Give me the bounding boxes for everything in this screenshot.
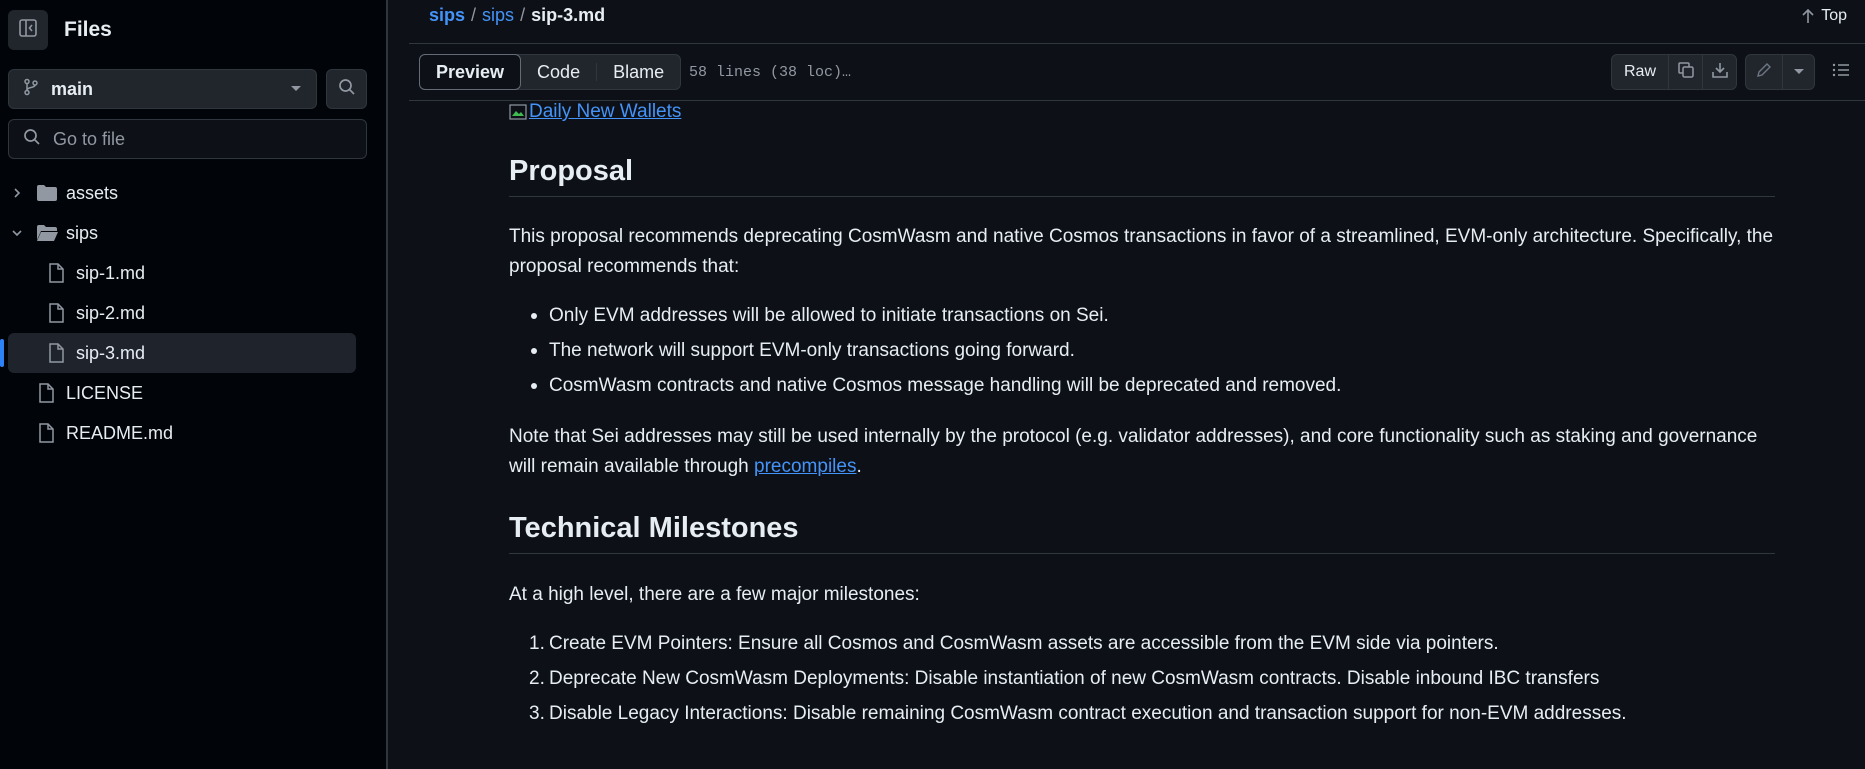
- go-to-file-input[interactable]: [53, 128, 352, 150]
- file-icon: [38, 383, 54, 403]
- edit-group: [1745, 54, 1815, 90]
- branch-selector[interactable]: main: [8, 69, 317, 109]
- pencil-icon: [1756, 62, 1772, 83]
- sidebar-title: Files: [64, 18, 112, 41]
- tab-blame[interactable]: Blame: [597, 54, 680, 90]
- copy-icon: [1677, 61, 1695, 84]
- list-number: 2.: [529, 668, 545, 689]
- breadcrumb-separator: /: [520, 5, 526, 25]
- tree-item-sip-3[interactable]: sip-3.md: [0, 333, 356, 373]
- tree-item-sip-2[interactable]: sip-2.md: [0, 293, 388, 333]
- proposal-bullet-list: Only EVM addresses will be allowed to in…: [531, 301, 1775, 406]
- note-paragraph: Note that Sei addresses may still be use…: [509, 422, 1775, 482]
- edit-button[interactable]: [1746, 55, 1782, 89]
- top-link[interactable]: Top: [1801, 7, 1847, 25]
- git-branch-icon: [23, 78, 39, 101]
- search-icon: [338, 78, 356, 101]
- caret-down-icon: [290, 80, 302, 98]
- search-button[interactable]: [326, 69, 367, 109]
- tree-item-label: sip-1.md: [76, 262, 146, 283]
- list-icon: [1832, 62, 1850, 83]
- note-text: Note that Sei addresses may still be use…: [509, 426, 1758, 477]
- tree-item-label: README.md: [66, 422, 174, 443]
- tree-item-label: sips: [66, 222, 99, 243]
- download-icon: [1711, 61, 1729, 84]
- note-text-end: .: [856, 456, 862, 477]
- folder-icon: [36, 184, 58, 202]
- list-item-text: Deprecate New CosmWasm Deployments: Disa…: [549, 668, 1600, 689]
- milestones-ordered-list: 1. Create EVM Pointers: Ensure all Cosmos…: [529, 629, 1775, 734]
- tree-item-sip-1[interactable]: sip-1.md: [0, 253, 388, 293]
- list-item: 1. Create EVM Pointers: Ensure all Cosmos…: [529, 629, 1775, 664]
- branch-name: main: [51, 78, 94, 99]
- breadcrumb-current-file: sip-3.md: [531, 5, 606, 25]
- sidebar-toggle-button[interactable]: [8, 10, 48, 50]
- tree-item-readme[interactable]: README.md: [0, 413, 388, 453]
- tree-item-label: sip-3.md: [76, 342, 146, 363]
- breadcrumb: sips / sips / sip-3.md: [429, 5, 605, 26]
- file-toolbar: Preview Code Blame 58 lines (38 loc)… Ra…: [409, 44, 1865, 101]
- list-item: 2. Deprecate New CosmWasm Deployments: Di…: [529, 664, 1775, 699]
- tree-item-license[interactable]: LICENSE: [0, 373, 388, 413]
- image-alt-text: Daily New Wallets: [529, 101, 682, 122]
- daily-new-wallets-image-link[interactable]: Daily New Wallets: [509, 101, 681, 123]
- list-item-text: Disable Legacy Interactions: Disable rem…: [549, 703, 1627, 724]
- list-item: Only EVM addresses will be allowed to in…: [531, 301, 1775, 336]
- sidebar-header: Files: [8, 10, 112, 50]
- file-tree: assets sips sip-1.md sip-2.md sip-3.md L…: [0, 173, 388, 453]
- heading-proposal: Proposal: [509, 155, 1775, 197]
- sidebar-toggle-icon: [18, 18, 38, 43]
- chevron-down-icon[interactable]: [10, 226, 24, 240]
- milestones-intro-paragraph: At a high level, there are a few major m…: [509, 584, 920, 605]
- tree-item-label: sip-2.md: [76, 302, 146, 323]
- outline-button[interactable]: [1823, 54, 1859, 90]
- list-item-text: Create EVM Pointers: Ensure all Cosmos a…: [549, 633, 1499, 654]
- download-button[interactable]: [1702, 55, 1736, 89]
- breadcrumb-folder-link[interactable]: sips: [482, 5, 514, 25]
- list-item: The network will support EVM-only transa…: [531, 336, 1775, 371]
- caret-down-icon: [1793, 63, 1805, 81]
- list-number: 1.: [529, 633, 545, 654]
- tree-item-label: assets: [66, 182, 119, 203]
- file-header: sips / sips / sip-3.md Top: [409, 0, 1865, 44]
- raw-button[interactable]: Raw: [1612, 55, 1668, 89]
- search-icon: [23, 128, 41, 151]
- copy-button[interactable]: [1668, 55, 1702, 89]
- list-item: 3. Disable Legacy Interactions: Disable r…: [529, 699, 1775, 734]
- tree-item-label: LICENSE: [66, 382, 144, 403]
- file-icon: [38, 423, 54, 443]
- list-item: CosmWasm contracts and native Cosmos mes…: [531, 371, 1775, 406]
- breadcrumb-repo-link[interactable]: sips: [429, 5, 465, 25]
- tab-preview[interactable]: Preview: [419, 54, 522, 90]
- file-tree-sidebar: Files main Go to file assets sips sip-1.…: [0, 0, 388, 769]
- raw-copy-download-group: Raw: [1610, 54, 1737, 90]
- chevron-right-icon[interactable]: [10, 186, 24, 200]
- view-mode-tabs: Preview Code Blame: [419, 54, 682, 90]
- tree-item-sips[interactable]: sips: [0, 213, 388, 253]
- folder-open-icon: [36, 224, 58, 242]
- file-view: sips / sips / sip-3.md Top Preview Code Blam…: [409, 0, 1865, 769]
- heading-technical-milestones: Technical Milestones: [509, 512, 1775, 554]
- edit-dropdown-button[interactable]: [1782, 55, 1814, 89]
- file-icon: [48, 263, 64, 283]
- file-icon: [48, 303, 64, 323]
- toolbar-actions: Raw: [1610, 54, 1865, 90]
- broken-image-icon: [509, 104, 527, 120]
- go-to-file-field[interactable]: [8, 119, 367, 159]
- lines-info: 58 lines (38 loc)…: [689, 64, 852, 81]
- tab-code[interactable]: Code: [521, 54, 596, 90]
- breadcrumb-separator: /: [471, 5, 477, 25]
- proposal-paragraph: This proposal recommends deprecating Cos…: [509, 226, 1774, 277]
- file-icon: [48, 343, 64, 363]
- top-link-label: Top: [1821, 7, 1847, 24]
- precompiles-link[interactable]: precompiles: [754, 456, 856, 477]
- arrow-up-icon: [1801, 8, 1815, 24]
- tree-item-assets[interactable]: assets: [0, 173, 388, 213]
- list-number: 3.: [529, 703, 545, 724]
